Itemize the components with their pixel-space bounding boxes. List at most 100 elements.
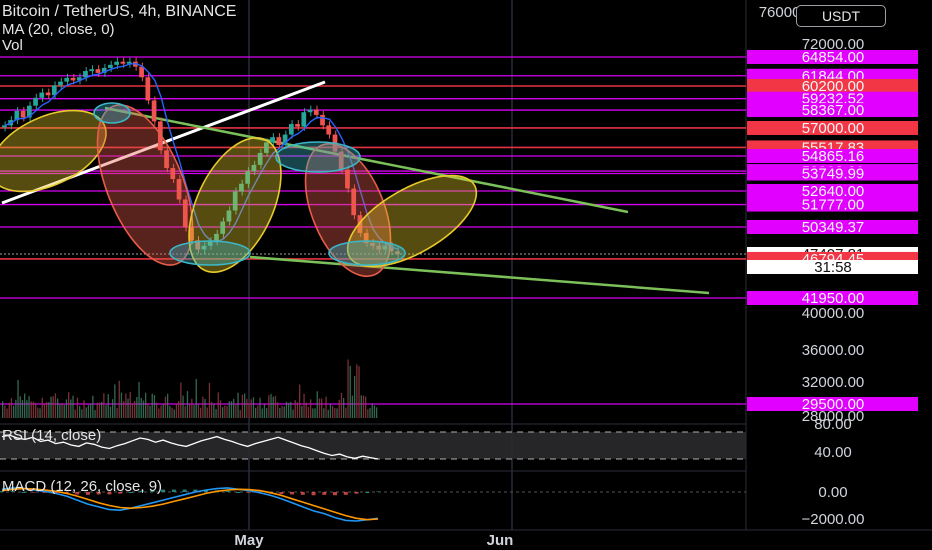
volume-bar <box>303 393 305 418</box>
ma-legend: MA (20, close, 0) <box>2 21 115 38</box>
volume-bar <box>169 405 171 418</box>
volume-bar <box>356 364 358 418</box>
candle-body <box>288 124 294 135</box>
volume-bar <box>120 392 123 418</box>
macd-histogram-bar <box>333 492 338 496</box>
volume-bar <box>371 403 373 418</box>
volume-bar <box>244 393 246 418</box>
lower-trend-line[interactable] <box>249 255 710 295</box>
time-axis-tick: Jun <box>487 532 514 549</box>
volume-bar <box>193 405 195 418</box>
volume-bar <box>37 407 39 418</box>
candle-body <box>151 100 157 122</box>
macd-pane: MACD (12, 26, close, 9) <box>0 478 746 522</box>
volume-bar <box>43 404 46 418</box>
candle-body <box>33 97 38 106</box>
candle-body <box>145 77 151 101</box>
volume-bar <box>307 406 310 418</box>
rsi-band-fill <box>0 432 746 459</box>
volume-bar <box>70 399 72 418</box>
volume-bar <box>305 402 307 418</box>
volume-bar <box>35 402 37 418</box>
volume-bar <box>173 409 175 418</box>
volume-bar <box>151 393 153 418</box>
candle-body <box>313 109 319 115</box>
volume-bar <box>57 398 59 418</box>
macd-histogram-bar <box>343 492 348 495</box>
volume-bar <box>85 407 87 418</box>
volume-bar <box>112 399 114 418</box>
volume-bar <box>164 396 167 418</box>
volume-bar <box>259 397 261 418</box>
volume-bar <box>277 402 279 418</box>
volume-bar <box>103 393 105 418</box>
volume-bar <box>325 396 327 418</box>
volume-bar <box>285 401 288 418</box>
volume-bar <box>186 391 189 418</box>
price-axis-tick: 40000.00 <box>802 305 865 322</box>
macd-histogram-bar <box>311 492 316 496</box>
volume-bar <box>241 394 244 418</box>
volume-bar <box>334 407 336 418</box>
volume-bar <box>46 402 48 418</box>
volume-bar <box>28 396 30 418</box>
candle-body <box>39 92 45 98</box>
volume-bar <box>136 397 138 418</box>
volume-bar <box>237 392 239 418</box>
volume-bar <box>215 409 217 418</box>
volume-bar <box>134 400 136 418</box>
volume-bar <box>224 405 226 418</box>
macd-histogram-bar <box>247 492 252 493</box>
volume-bar <box>125 393 127 418</box>
quote-currency-button[interactable]: USDT <box>796 5 886 27</box>
volume-bar <box>41 397 43 418</box>
volume-bar <box>365 396 367 418</box>
volume-bar <box>127 398 129 418</box>
candle-body <box>58 81 63 86</box>
volume-bar <box>290 401 292 418</box>
candle-body <box>295 124 300 127</box>
volume-bar <box>222 407 224 418</box>
volume-bar <box>13 405 15 418</box>
volume-bar <box>10 398 13 418</box>
volume-bar <box>351 395 354 418</box>
price-axis-tick: 72000.00 <box>802 36 865 53</box>
cyan-ellipse-annotation[interactable] <box>93 102 131 124</box>
cyan-ellipse-annotation[interactable] <box>275 141 361 173</box>
volume-bar <box>131 402 134 418</box>
candle-body <box>114 61 120 65</box>
rsi-legend: RSI (14, close) <box>2 427 101 444</box>
volume-bar <box>274 395 277 418</box>
volume-bar <box>312 408 314 418</box>
volume-bars <box>2 359 378 418</box>
volume-bar <box>19 396 21 418</box>
volume-bar <box>310 399 312 418</box>
cyan-ellipse-annotation[interactable] <box>328 240 406 266</box>
volume-bar <box>156 402 158 418</box>
volume-bar <box>147 402 149 418</box>
volume-bar <box>189 404 191 418</box>
chart-canvas[interactable]: RSI (14, close) MACD (12, 26, close, 9) … <box>0 0 932 550</box>
candle-body <box>120 61 126 64</box>
volume-bar <box>24 393 26 418</box>
volume-bar <box>123 401 125 418</box>
price-axis: 64854.0061844.0060200.0059232.5258367.00… <box>747 4 918 528</box>
macd-histogram-bar <box>171 489 176 492</box>
time-axis-tick: May <box>234 532 264 549</box>
volume-bar <box>343 398 345 418</box>
volume-bar <box>178 401 180 418</box>
volume-bar <box>283 406 285 418</box>
volume-bar <box>59 404 61 418</box>
volume-bar <box>327 409 329 418</box>
volume-bar <box>76 397 79 418</box>
volume-bar <box>39 408 41 418</box>
volume-legend: Vol <box>2 37 23 54</box>
cyan-ellipse-annotation[interactable] <box>169 240 251 266</box>
volume-bar <box>175 403 178 418</box>
macd-axis-tick: 0.00 <box>818 484 847 501</box>
volume-bar <box>316 391 318 418</box>
volume-bar <box>149 405 151 418</box>
volume-bar <box>50 396 52 418</box>
volume-bar <box>167 393 169 418</box>
volume-bar <box>323 408 325 418</box>
